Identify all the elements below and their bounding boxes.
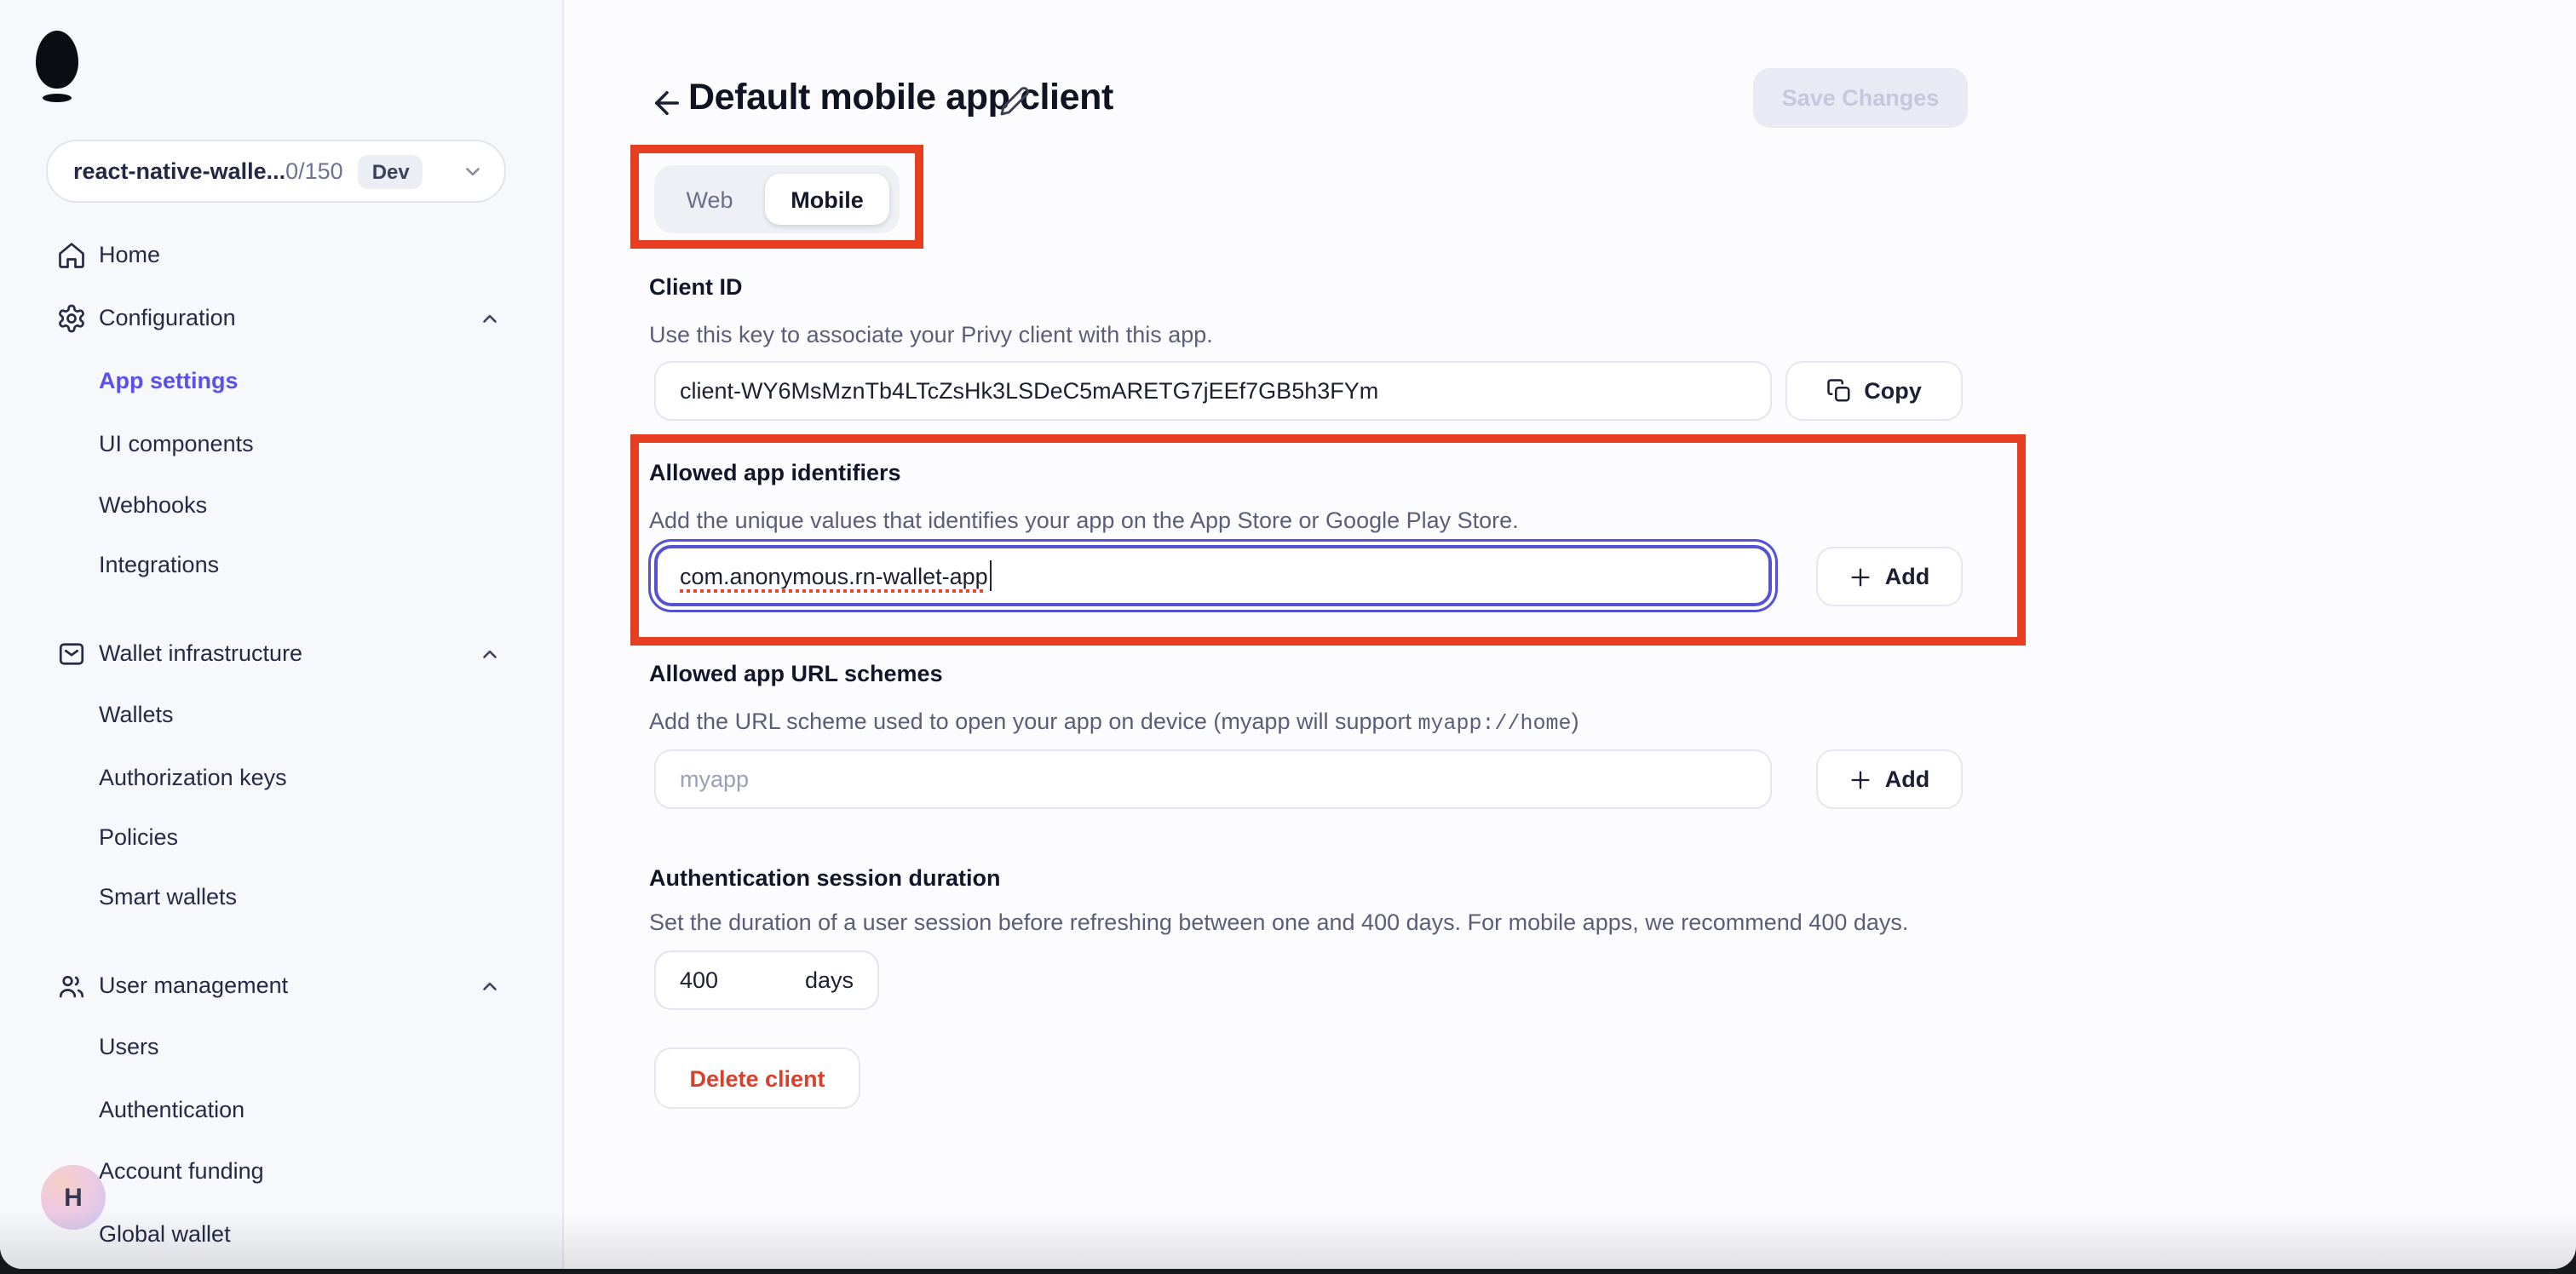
sidebar-item-label: UI components [99,431,254,456]
copy-button-label: Copy [1864,378,1922,404]
app-identifiers-label: Allowed app identifiers [649,460,901,485]
back-button[interactable] [646,82,687,123]
plus-icon [1849,565,1873,588]
platform-toggle: Web Mobile [654,165,900,233]
app-identifier-input[interactable]: com.anonymous.rn-wallet-app [654,545,1772,606]
url-schemes-description: Add the URL scheme used to open your app… [649,709,1579,736]
sidebar-item-policies[interactable]: Policies [0,816,564,860]
session-duration-description: Set the duration of a user session befor… [649,910,1908,935]
app-window: react-native-walle... 0/150 Dev Home [0,0,2576,1269]
sidebar-item-integrations[interactable]: Integrations [0,543,564,588]
app-stage: react-native-walle... 0/150 Dev Home [0,0,2576,1274]
text-caret [990,560,992,591]
sidebar: react-native-walle... 0/150 Dev Home [0,0,564,1269]
session-duration-unit: days [805,967,854,993]
sidebar-item-label: App settings [99,368,239,393]
sidebar-item-label: Global wallet [99,1221,231,1247]
toggle-option-mobile[interactable]: Mobile [765,174,889,225]
workspace-counter: 0/150 [285,158,343,184]
session-duration-input[interactable]: 400 days [654,950,879,1010]
users-icon [56,971,87,1001]
save-changes-button[interactable]: Save Changes [1753,68,1968,128]
sidebar-item-label: Account funding [99,1158,264,1184]
sidebar-item-label: Webhooks [99,492,207,518]
sidebar-item-label: Wallets [99,702,174,727]
add-button-label: Add [1885,564,1930,589]
pencil-icon [998,85,1031,119]
privy-logo-base-icon [43,94,72,102]
chevron-up-icon[interactable] [479,644,501,666]
client-id-input[interactable] [654,361,1772,421]
sidebar-item-label: Integrations [99,552,219,577]
privy-logo-icon [36,31,78,89]
add-button-label: Add [1885,766,1930,792]
workspace-name: react-native-walle... [73,158,285,184]
sidebar-item-users[interactable]: Users [0,1025,564,1070]
url-schemes-label: Allowed app URL schemes [649,661,943,686]
wallet-icon [56,639,87,669]
app-identifiers-description: Add the unique values that identifies yo… [649,508,1519,533]
add-url-scheme-button[interactable]: Add [1816,749,1963,809]
url-scheme-input[interactable] [654,749,1772,809]
add-identifier-button[interactable]: Add [1816,547,1963,606]
sidebar-item-label: Home [99,242,160,267]
page-title: Default mobile app client [688,77,1113,119]
sidebar-item-label: Authentication [99,1097,244,1122]
client-id-label: Client ID [649,274,743,300]
sidebar-item-user-management[interactable]: User management [0,964,564,1008]
client-id-description: Use this key to associate your Privy cli… [649,322,1213,347]
arrow-left-icon [648,84,684,120]
sidebar-item-app-settings[interactable]: App settings [0,359,564,404]
workspace-selector[interactable]: react-native-walle... 0/150 Dev [46,140,506,203]
plus-icon [1849,767,1873,791]
session-duration-label: Authentication session duration [649,865,1001,891]
sidebar-item-label: Users [99,1034,159,1059]
sidebar-item-wallet-infrastructure[interactable]: Wallet infrastructure [0,632,564,676]
house-icon [56,240,87,271]
sidebar-item-home[interactable]: Home [0,233,564,278]
sidebar-item-ui-components[interactable]: UI components [0,422,564,467]
gear-icon [56,303,87,334]
sidebar-item-label: Policies [99,824,178,850]
sidebar-item-smart-wallets[interactable]: Smart wallets [0,875,564,920]
chevron-down-icon [462,160,484,182]
copy-button[interactable]: Copy [1785,361,1963,421]
sidebar-item-label: Wallet infrastructure [99,640,302,666]
chevron-up-icon[interactable] [479,976,501,998]
chevron-up-icon[interactable] [479,308,501,330]
session-duration-value: 400 [680,967,718,993]
sidebar-item-webhooks[interactable]: Webhooks [0,484,564,528]
copy-icon [1826,378,1852,404]
sidebar-item-configuration[interactable]: Configuration [0,296,564,341]
user-avatar[interactable]: H [41,1165,106,1230]
delete-client-button[interactable]: Delete client [654,1047,860,1109]
sidebar-item-label: Authorization keys [99,765,287,790]
app-identifier-value: com.anonymous.rn-wallet-app [680,563,988,588]
url-schemes-description-close: ) [1572,709,1579,734]
url-schemes-description-text: Add the URL scheme used to open your app… [649,709,1418,734]
sidebar-item-authentication[interactable]: Authentication [0,1088,564,1133]
url-schemes-description-mono: myapp://home [1418,712,1572,736]
sidebar-item-wallets[interactable]: Wallets [0,693,564,737]
edit-title-button[interactable] [998,85,1032,119]
sidebar-item-label: User management [99,973,288,998]
env-badge: Dev [359,154,423,188]
sidebar-item-label: Configuration [99,305,236,330]
sidebar-item-label: Smart wallets [99,884,237,910]
toggle-option-web[interactable]: Web [654,187,765,212]
sidebar-item-authorization-keys[interactable]: Authorization keys [0,756,564,801]
